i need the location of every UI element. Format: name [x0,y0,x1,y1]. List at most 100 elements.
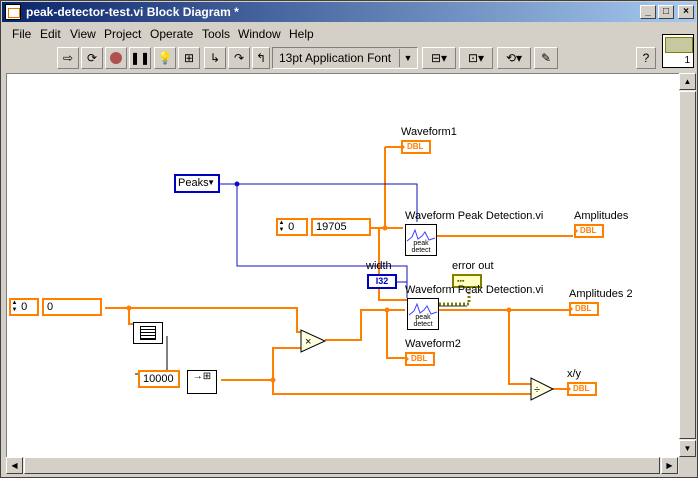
scroll-up-icon[interactable]: ▲ [679,73,696,90]
number-to-time-node[interactable]: →⊞ [187,370,217,394]
wire-to-mult2 [221,347,301,381]
waveform1-label: Waveform1 [401,126,457,138]
vi-icon-graphic [665,37,693,53]
peak-vi-2-icon-text: peak detect [413,314,433,328]
peak-detection-vi-1[interactable]: peak detect [405,224,437,256]
conversion-icon: →⊞ [192,371,212,382]
step-over-icon[interactable]: ↷ [228,47,250,69]
resize-grip[interactable] [679,457,696,474]
multiply-symbol: × [305,336,311,348]
vi-icon[interactable]: 1 [662,34,694,68]
numeric-10000[interactable]: 10000 [138,370,180,388]
labview-window: peak-detector-test.vi Block Diagram * _ … [0,0,698,478]
reorder-icon[interactable]: ⟲▾ [497,47,531,69]
error-out-label: error out [452,260,494,272]
distribute-objects-icon[interactable]: ⊡▾ [459,47,493,69]
numeric-control-left-value: 0 [21,301,28,313]
step-into-icon[interactable]: ↳ [204,47,226,69]
pause-icon[interactable]: ❚❚ [129,47,151,69]
numeric-control-0-value: 0 [47,301,54,313]
menu-help[interactable]: Help [289,27,314,41]
wires: × ÷ [105,146,573,401]
scroll-left-icon[interactable]: ◀ [6,457,23,474]
waveform2-indicator[interactable]: DBL [405,352,435,366]
waveform1-indicator[interactable]: DBL [401,140,431,154]
waveform2-label: Waveform2 [405,338,461,350]
numeric-19705[interactable]: 19705 [311,218,371,236]
scroll-right-icon[interactable]: ▶ [661,457,678,474]
step-out-icon[interactable]: ↰ [252,47,270,69]
horizontal-scroll-thumb[interactable] [24,457,660,474]
horizontal-scrollbar[interactable]: ◀ ▶ [6,457,679,474]
highlight-execution-icon[interactable]: 💡 [154,47,176,69]
title-bar: peak-detector-test.vi Block Diagram * _ … [2,2,696,22]
wire-to-divide2 [272,380,531,395]
menu-operate[interactable]: Operate [150,27,193,41]
minimize-button[interactable]: _ [640,5,656,19]
peak-detection-vi-2[interactable]: peak detect [407,298,439,330]
font-select-value: 13pt Application Font [279,51,392,65]
amplitudes2-label: Amplitudes 2 [569,288,633,300]
peak-vi-2-label: Waveform Peak Detection.vi [405,284,544,296]
amplitudes-indicator[interactable]: DBL [574,224,604,238]
chevron-down-icon: ▼ [399,49,416,67]
wire-to-waveform1 [384,147,403,229]
wire-to-divide [508,310,531,385]
peaks-ring-value: Peaks [178,177,209,189]
width-constant[interactable]: I32 [367,274,397,289]
retain-wire-values-icon[interactable]: ⊞ [178,47,200,69]
context-help-icon[interactable]: ? [636,47,656,69]
numeric-19705-value: 19705 [316,221,347,233]
peak-vi-1-icon-text: peak detect [411,240,431,254]
vertical-scrollbar[interactable]: ▲ ▼ [679,73,696,457]
align-objects-icon[interactable]: ⊟▾ [422,47,456,69]
build-array-node[interactable] [133,322,163,344]
run-continuously-icon[interactable]: ⟳ [81,47,103,69]
multiply-node: × [300,329,327,353]
menu-edit[interactable]: Edit [40,27,61,41]
vi-icon-number: 1 [684,55,690,66]
increment-icon[interactable]: ▲ ▼ [278,220,285,234]
width-label: width [366,260,392,272]
amplitudes2-dtype: DBL [575,304,592,313]
xy-indicator[interactable]: DBL [567,382,597,396]
wire-mult-out [325,309,405,341]
chevron-down-icon: ▼ [207,178,215,187]
increment-icon[interactable]: ▲ ▼ [11,300,18,314]
numeric-control-left[interactable]: ▲ ▼ 0 [9,298,39,316]
run-arrow-icon[interactable]: ⇨ [57,47,79,69]
waveform1-dtype: DBL [407,142,424,151]
amplitudes-dtype: DBL [580,226,597,235]
vertical-scroll-thumb[interactable] [679,91,696,439]
divide-symbol: ÷ [534,384,540,396]
abort-icon[interactable] [105,47,127,69]
close-button[interactable]: × [678,5,694,19]
scroll-down-icon[interactable]: ▼ [679,440,696,457]
numeric-control-0[interactable]: 0 [42,298,102,316]
numeric-10000-value: 10000 [143,373,174,385]
menu-view[interactable]: View [70,27,96,41]
peaks-ring[interactable]: Peaks ▼ [174,174,220,193]
wire-peaks [217,183,418,222]
amplitudes-label: Amplitudes [574,210,629,222]
menu-project[interactable]: Project [104,27,141,41]
menu-file[interactable]: File [12,27,31,41]
block-diagram-canvas[interactable]: × ÷ Peaks ▼ ▲ ▼ 0 19705 ▲ ▼ 0 0 10000 →⊞… [6,73,680,459]
xy-label: x/y [567,368,582,380]
width-constant-value: I32 [375,276,389,286]
array-icon [140,326,156,340]
font-select[interactable]: 13pt Application Font ▼ [272,47,418,69]
divide-node: ÷ [530,377,555,401]
vi-window-icon [5,4,21,20]
cleanup-diagram-icon[interactable]: ✎ [534,47,558,69]
waveform2-dtype: DBL [411,354,428,363]
amplitudes2-indicator[interactable]: DBL [569,302,599,316]
menu-bar: File Edit View Project Operate Tools Win… [2,24,696,43]
numeric-control-a[interactable]: ▲ ▼ 0 [276,218,308,236]
xy-dtype: DBL [573,384,590,393]
menu-window[interactable]: Window [238,27,281,41]
window-title: peak-detector-test.vi Block Diagram * [26,5,239,19]
menu-tools[interactable]: Tools [202,27,230,41]
maximize-button[interactable]: □ [658,5,674,19]
numeric-control-a-value: 0 [288,221,295,233]
